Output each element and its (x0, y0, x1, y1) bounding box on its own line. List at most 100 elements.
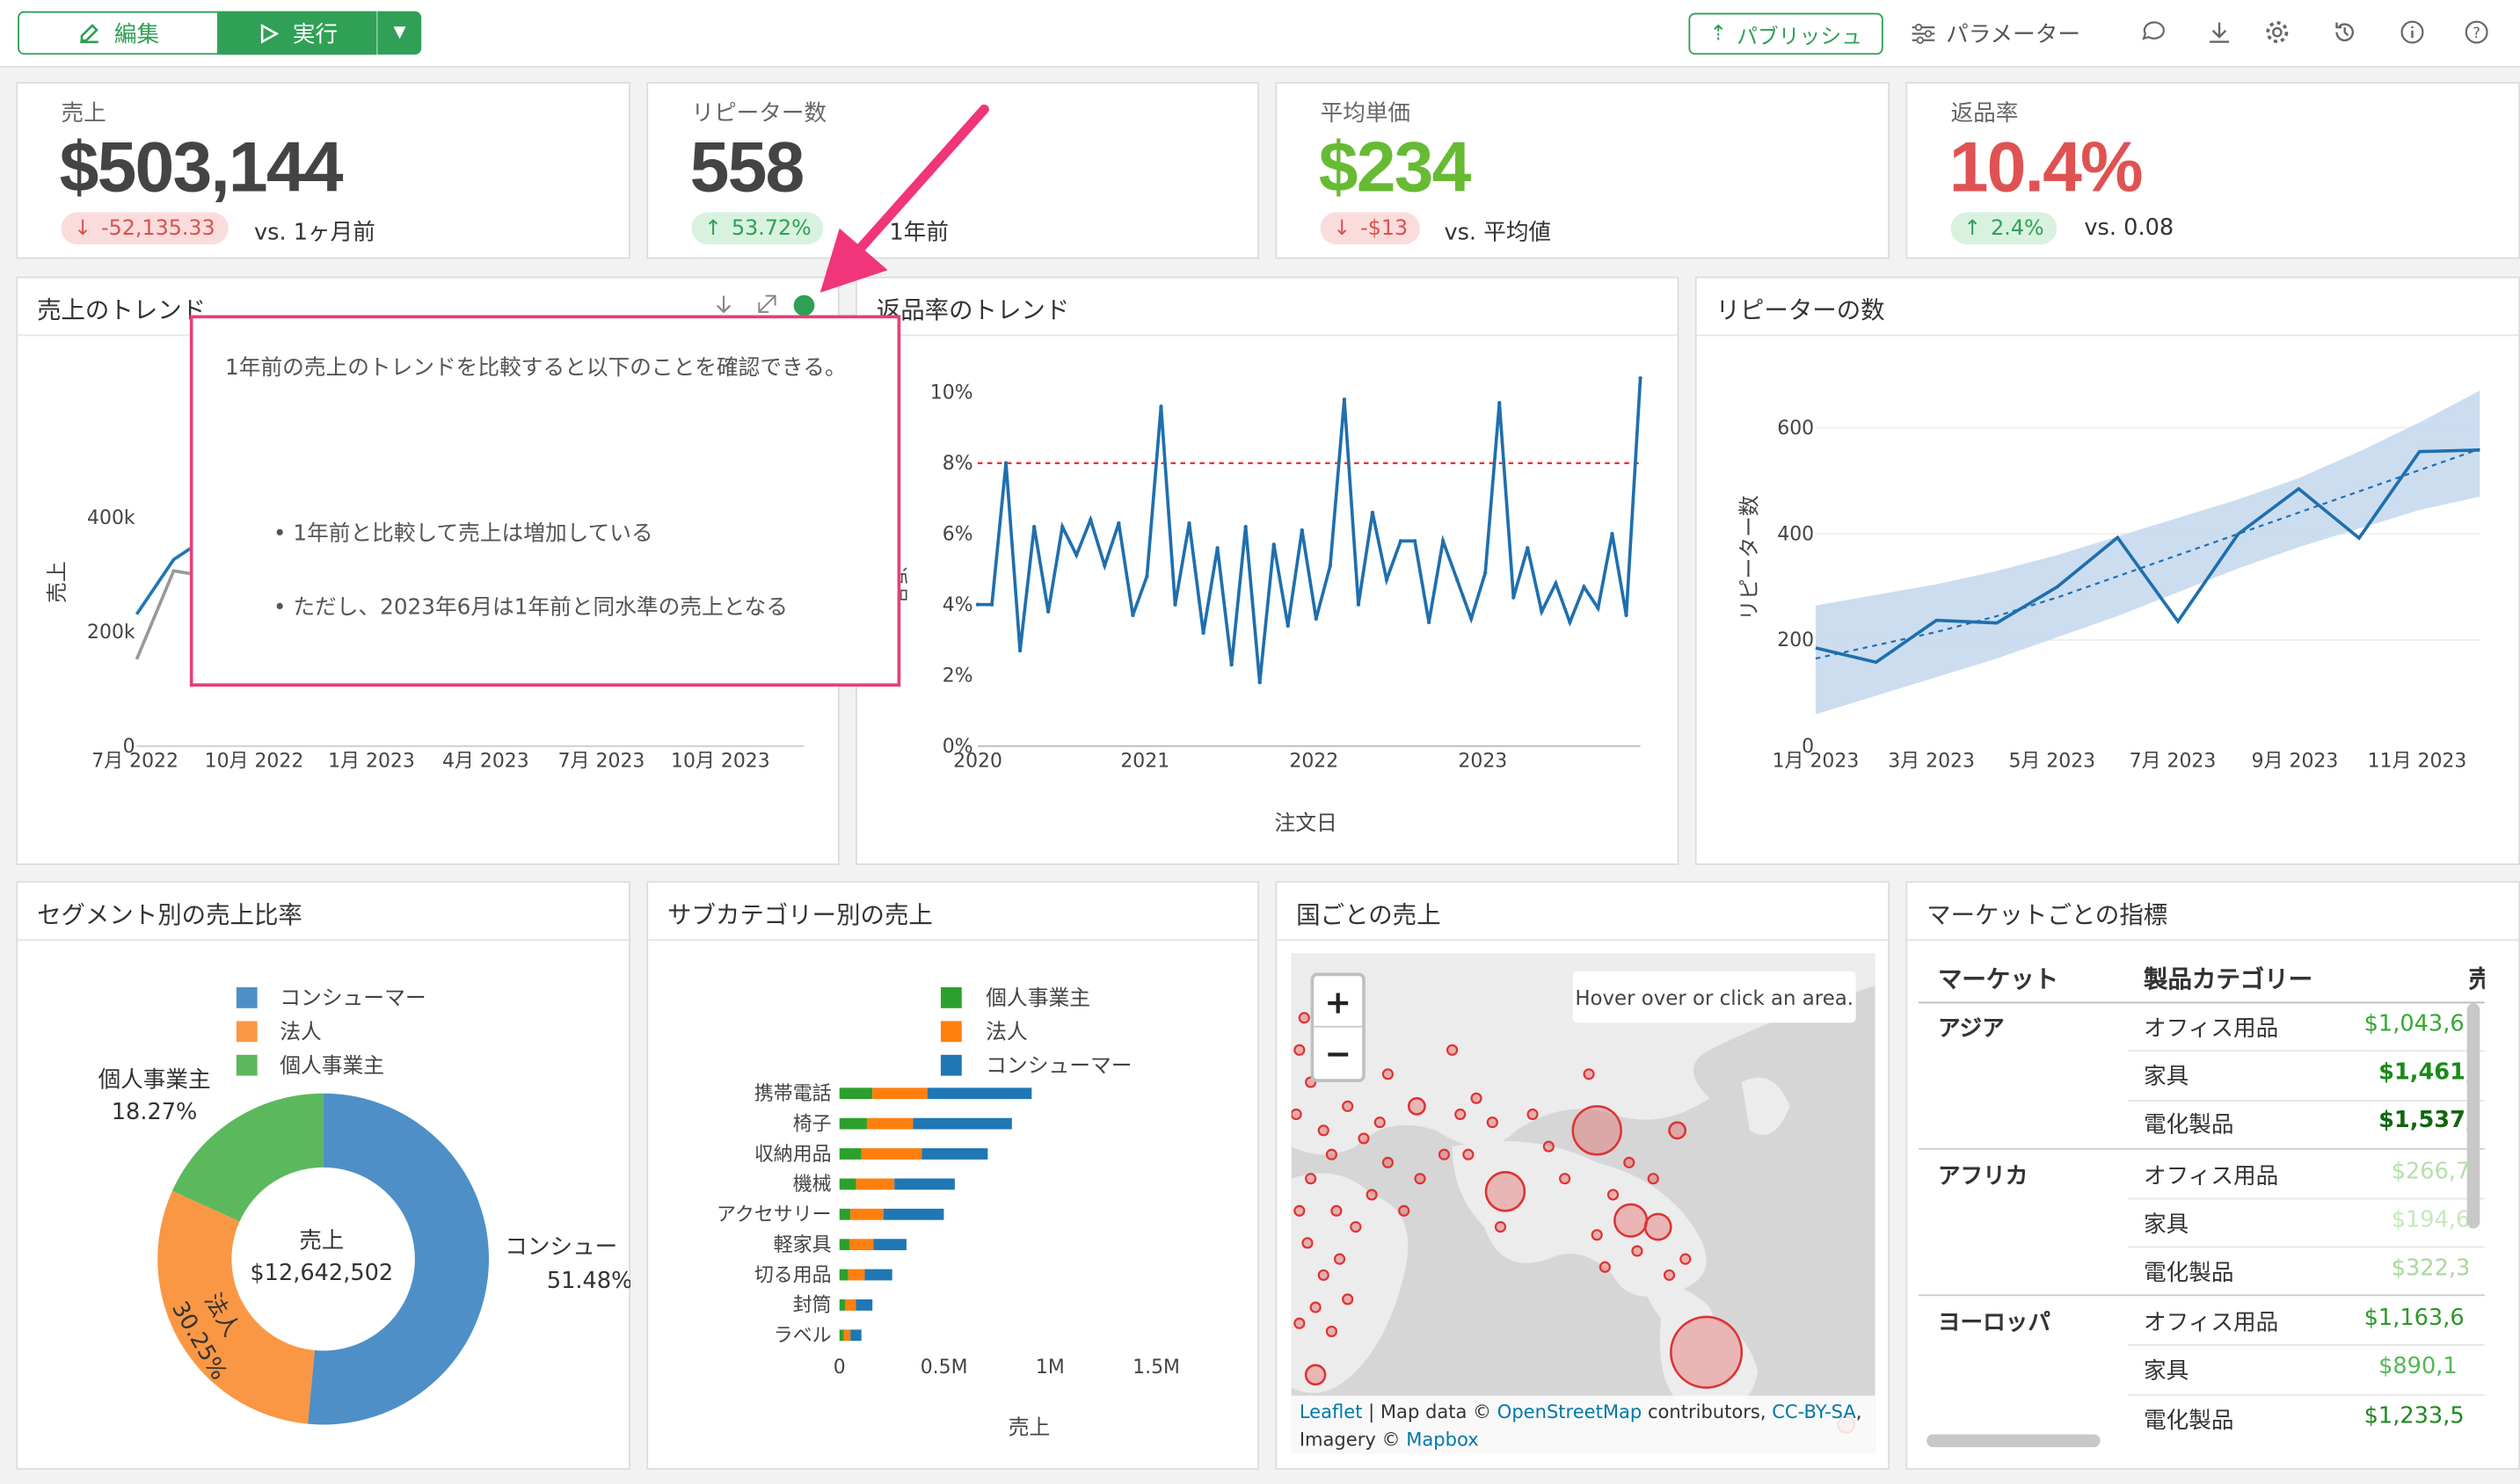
data-point[interactable] (1173, 602, 1177, 607)
leaflet-link[interactable]: Leaflet (1300, 1400, 1363, 1423)
bar-segment[interactable] (850, 1329, 862, 1342)
data-point[interactable] (1497, 401, 1502, 405)
data-point[interactable] (1384, 578, 1389, 582)
bar-segment[interactable] (839, 1178, 856, 1190)
download-icon[interactable] (2203, 16, 2236, 48)
data-point[interactable] (1554, 581, 1558, 586)
bar-segment[interactable] (839, 1329, 844, 1342)
country-bubble[interactable] (1571, 1105, 1622, 1156)
data-point[interactable] (1426, 620, 1431, 625)
country-bubble[interactable] (1643, 1212, 1672, 1241)
data-point[interactable] (1610, 532, 1614, 536)
edit-button[interactable]: 編集 (18, 11, 219, 55)
data-point[interactable] (1328, 564, 1333, 568)
bar-segment[interactable] (848, 1269, 865, 1281)
data-point[interactable] (1454, 578, 1460, 582)
bar-segment[interactable] (873, 1239, 907, 1251)
data-point[interactable] (1300, 528, 1304, 533)
column-header-market[interactable]: マーケット (1938, 962, 2058, 995)
data-point[interactable] (1089, 517, 1093, 522)
bar-segment[interactable] (894, 1178, 955, 1190)
bar-segment[interactable] (864, 1269, 892, 1281)
data-point[interactable] (1540, 609, 1544, 614)
vertical-scrollbar[interactable] (2466, 1003, 2480, 1229)
data-point[interactable] (1103, 564, 1107, 568)
bar-segment[interactable] (839, 1269, 848, 1281)
data-point[interactable] (1356, 602, 1361, 607)
info-icon[interactable] (2396, 16, 2429, 48)
mapbox-link[interactable]: Mapbox (1406, 1428, 1478, 1451)
data-point[interactable] (1483, 571, 1488, 575)
data-point[interactable] (1159, 404, 1163, 409)
bar-segment[interactable] (866, 1117, 914, 1130)
cc-link[interactable]: CC-BY-SA (1772, 1400, 1856, 1423)
run-button[interactable]: 実行 (218, 11, 376, 55)
country-bubble[interactable] (1407, 1096, 1426, 1116)
bar-segment[interactable] (856, 1178, 895, 1190)
zoom-in-button[interactable]: + (1314, 976, 1363, 1028)
data-point[interactable] (1243, 524, 1248, 529)
run-options-button[interactable]: ▼ (375, 11, 422, 55)
data-point[interactable] (1468, 616, 1474, 621)
data-point[interactable] (1003, 461, 1009, 465)
data-point[interactable] (1314, 616, 1319, 621)
bar-segment[interactable] (872, 1088, 928, 1100)
card-download-icon[interactable] (716, 295, 732, 314)
bar-segment[interactable] (850, 1208, 884, 1220)
data-point[interactable] (1638, 375, 1642, 381)
parameters-button[interactable]: パラメーター (1911, 13, 2080, 55)
data-point[interactable] (1017, 648, 1023, 653)
column-header-category[interactable]: 製品カテゴリー (2144, 962, 2312, 995)
data-point[interactable] (1596, 606, 1600, 610)
data-point[interactable] (1060, 524, 1065, 529)
data-point[interactable] (1568, 620, 1572, 625)
data-point[interactable] (975, 602, 980, 607)
data-point[interactable] (1526, 546, 1530, 550)
zoom-out-button[interactable]: − (1314, 1028, 1362, 1080)
data-point[interactable] (1046, 609, 1051, 614)
gear-icon[interactable] (2261, 16, 2294, 48)
bar-segment[interactable] (839, 1299, 845, 1311)
data-point[interactable] (989, 602, 994, 607)
data-point[interactable] (1342, 397, 1347, 402)
data-point[interactable] (1511, 595, 1516, 600)
bar-segment[interactable] (839, 1239, 849, 1251)
data-point[interactable] (1131, 613, 1135, 617)
bar-segment[interactable] (913, 1117, 1012, 1130)
data-point[interactable] (1582, 585, 1586, 589)
data-point[interactable] (1117, 520, 1121, 526)
bar-segment[interactable] (927, 1088, 1032, 1100)
data-point[interactable] (1370, 510, 1375, 515)
data-point[interactable] (1229, 662, 1234, 667)
country-bubble[interactable] (1304, 1364, 1327, 1386)
data-point[interactable] (1271, 542, 1276, 547)
country-bubble[interactable] (1670, 1315, 1744, 1389)
bar-segment[interactable] (839, 1117, 867, 1130)
bar-segment[interactable] (843, 1329, 851, 1342)
data-point[interactable] (1201, 630, 1205, 636)
data-point[interactable] (1440, 539, 1446, 543)
publish-button[interactable]: ⇡ パブリッシュ (1688, 12, 1883, 55)
comment-icon[interactable] (2136, 16, 2168, 48)
data-point[interactable] (1074, 553, 1079, 557)
data-point[interactable] (1187, 520, 1191, 526)
bar-segment[interactable] (883, 1208, 944, 1220)
data-point[interactable] (1624, 613, 1628, 617)
data-point[interactable] (1285, 623, 1290, 629)
bar-segment[interactable] (921, 1148, 988, 1160)
bar-segment[interactable] (848, 1239, 874, 1251)
country-bubble[interactable] (1613, 1203, 1649, 1238)
bar-segment[interactable] (856, 1299, 873, 1311)
bar-segment[interactable] (839, 1088, 873, 1100)
help-icon[interactable]: ? (2460, 16, 2493, 48)
horizontal-scrollbar[interactable] (1926, 1434, 2101, 1448)
bar-segment[interactable] (861, 1148, 922, 1160)
country-bubble[interactable] (1668, 1121, 1687, 1140)
data-point[interactable] (1145, 574, 1149, 578)
column-header-sales[interactable]: 売 (2469, 962, 2485, 995)
data-point[interactable] (1412, 539, 1417, 543)
data-point[interactable] (1398, 539, 1403, 543)
data-point[interactable] (1031, 524, 1037, 529)
bar-segment[interactable] (839, 1148, 862, 1160)
expand-icon[interactable] (758, 295, 776, 313)
